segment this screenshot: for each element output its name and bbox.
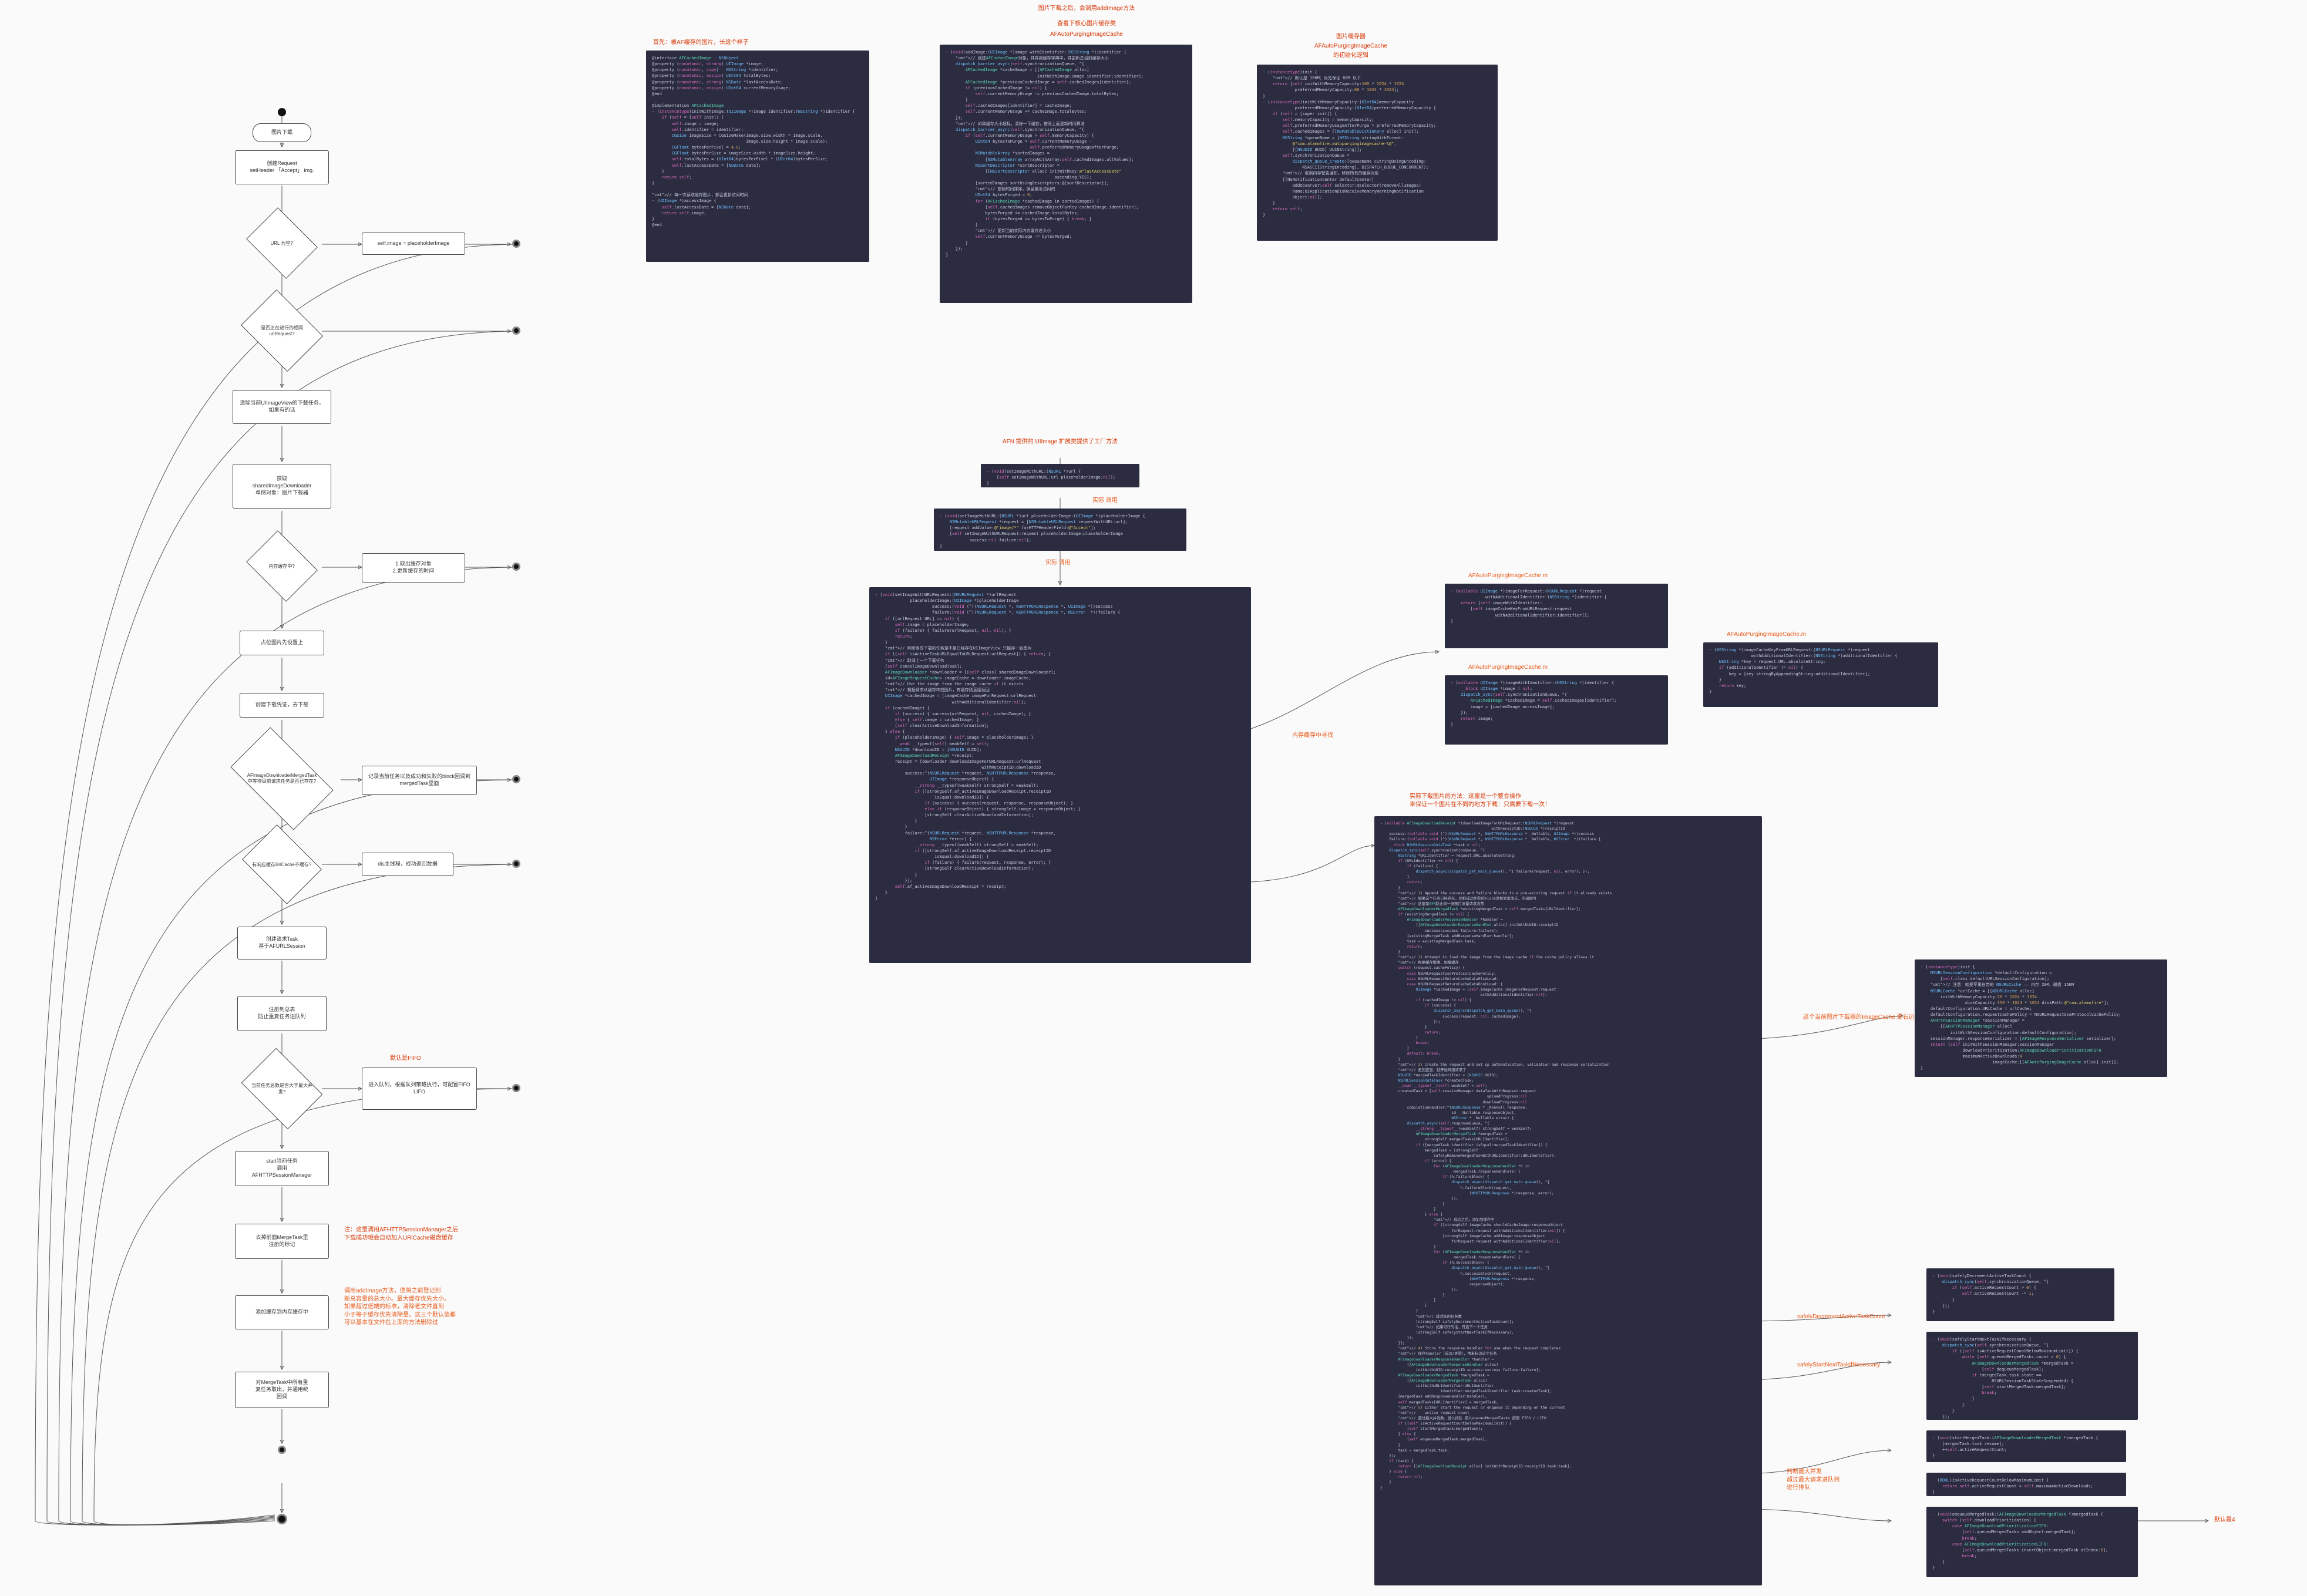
merge-5 (512, 860, 520, 868)
code-initcache: - (instancetype)init { "cmt">// 默认是 100M… (1257, 65, 1498, 241)
merge-2 (512, 326, 520, 335)
merge-4 (512, 775, 520, 783)
header-line1: 图片下载之后，会调用addImage方法 (963, 5, 1210, 13)
n12a: 进入队列，根据队列策略执行，可配置FIFO (368, 1082, 470, 1087)
n13b: 调用 (277, 1165, 287, 1171)
dec-same-request: 是否正在进行的相同urlRequest? (241, 289, 323, 372)
code-r2: - (void)safelyStartNextTaskIfNecessary {… (1926, 1332, 2138, 1420)
code-addimage: - (void)addImage:(UIImage *)image withId… (940, 45, 1192, 303)
dec-mem-cache: 内存缓存中? (246, 530, 318, 602)
n5b: 2.更新缓存的时间 (393, 568, 435, 574)
initcache-title1: 图片缓存器 (1280, 33, 1421, 41)
code-r5: - (void)enqueueMergedTask:(AFImageDownlo… (1926, 1507, 2138, 1577)
n11a: 注册到总表 (268, 1006, 295, 1012)
afn-factory-title: AFN 提供的 UIImage 扩展类提供了工厂方法 (963, 438, 1157, 446)
right-imagecache-note: 这个当前图片下载器的ImageCache 是右边这个 (1803, 1014, 1926, 1022)
n11b: 防止重复任务进队列 (258, 1014, 305, 1019)
note-addimage: 调用addImage方法，便将之前登记到 新总容量的总大小。最大缓存优先大小。 … (344, 1287, 503, 1327)
code-r3: - (void)startMergedTask:(AFImageDownload… (1926, 1430, 2126, 1462)
node-create-request: 创建RequestsetHeader 「Accept」 img. (235, 150, 329, 184)
n13c: AFHTTPSessionManager (252, 1172, 312, 1178)
fifo-title: 默认是FIFO (390, 1055, 421, 1063)
cache-class-label-3: AFAutoPurgingImageCache.m (1727, 631, 1806, 639)
n10a: 创建请求Task (266, 936, 298, 942)
node-enqueue: 进入队列，根据队列策略执行，可配置FIFO LIFO (362, 1068, 477, 1110)
afcache-hdr: 首先：被AF缓存的图片，长这个样子 (653, 39, 749, 47)
cache-class-label-top: AFAutoPurgingImageCache.m (1468, 572, 1548, 580)
code-afcachedimage: @interface AFCachedImage : NSObject @pro… (646, 50, 869, 262)
code-download-big: - (nullable AFImageDownloadReceipt *)dow… (1374, 816, 1762, 1585)
node-create-receipt: 创建下载凭证，去下载 (240, 693, 324, 718)
merge-3 (512, 563, 520, 571)
call-label-2: 实际 调用 (1045, 559, 1071, 567)
node-callback-all: 对MergeTask中所有重复任务取出，并通用统回调 (235, 1372, 329, 1408)
n4b: sharedImageDownloader (253, 483, 312, 489)
code-r4: - (BOOL)isActiveRequestCountBelowMaximum… (1926, 1473, 2126, 1496)
node-placeholder: self.image = placeholderImage (362, 233, 465, 255)
n4a: 获取 (277, 476, 287, 482)
node-remove-mark: 去掉前面MergeTask里注册的标记 (235, 1224, 329, 1259)
header-line3: AFAutoPurgingImageCache (963, 31, 1210, 39)
download-title: 实际下载图片的方法：这里是一个整合操作来保证一个图片在不同的地方下载：只需要下载… (1410, 793, 1668, 809)
n1b: setHeader 「Accept」 img. (250, 167, 314, 173)
header-line2: 查看下核心图片缓存类 (963, 20, 1210, 28)
lbl-r3: 判断最大并发超过最大请求进队列进行排队 (1787, 1468, 1886, 1492)
initcache-title2: AFAutoPurgingImageCache (1280, 42, 1421, 50)
n5a: 1.取出缓存对象 (395, 561, 432, 567)
lbl-r1: safelyDecrementActiveTaskCount (1797, 1313, 1885, 1321)
code-downloader-init: - (instancetype)init { NSURLSessionConfi… (1915, 959, 2167, 1077)
merge-6 (512, 1084, 520, 1092)
note-urlcache: 注：这里调用AFHTTPSessionManager之后下载成功哦会自动加入UR… (344, 1226, 497, 1242)
flow-start-dot (278, 108, 286, 116)
node-create-task: 创建请求Task基于AFURLSession (237, 927, 327, 959)
code-setimagewithurlrequest: - (void)setImageWithURLRequest:(NSURLReq… (869, 587, 1251, 963)
node-shared-downloader: 获取sharedImageDownloader单例对象：图片下载器 (233, 464, 331, 509)
node-add-memcache: 添加缓存到内存缓存中 (235, 1295, 329, 1329)
initcache-title3: 的初始化逻辑 (1280, 52, 1421, 60)
node-register: 注册到总表防止重复任务进队列 (237, 996, 327, 1031)
flow-end-dot (277, 1514, 287, 1524)
dec-merged-task: AFImageDownloaderMergedTask中等待目前请求任务是否已存… (230, 727, 333, 830)
n16b: 复任务取出，并通用统 (255, 1386, 308, 1392)
merge-1 (512, 240, 520, 248)
n13a: start当前任务 (266, 1158, 298, 1164)
dec-url-nil: URL 为空? (246, 207, 318, 279)
mem-cache-find: 内存缓存中寻找 (1292, 732, 1333, 740)
dec-urlcache: 有响应缓存BrlCache不缓存? (242, 824, 322, 904)
merge-final (278, 1446, 286, 1454)
lbl-default4: 默认是4 (2214, 1516, 2235, 1524)
node-append-handlers: 记录当前任务以及成功和失败的block回调到 mergedTask里面 (362, 766, 477, 795)
code-r1: - (void)safelyDecrementActiveTaskCount {… (1926, 1268, 2114, 1321)
n10b: 基于AFURLSession (258, 943, 305, 949)
lbl-r2: safelyStartNextTaskIfNecessary (1797, 1361, 1880, 1369)
dec-max-concurrent: 当前任务总数是否大于最大并发? (241, 1048, 323, 1130)
code-cache-m2: - (nullable UIImage *)imageWithIdentifie… (1445, 675, 1668, 745)
code-cache-m3: - (NSString *)imageCacheKeyFromURLReques… (1703, 642, 1938, 707)
code-cache-m1: - (nullable UIImage *)imageForRequest:(N… (1445, 584, 1668, 648)
code-factory1: - (void)setImageWithURL:(NSURL *)url { [… (981, 464, 1139, 487)
n4c: 单例对象：图片下载器 (255, 490, 308, 496)
code-factory2: - (void)setImageWithURL:(NSURL *)url pla… (934, 509, 1186, 551)
node-cancel-prev: 清除当前UIImageView的下载任务，如果有的话 (233, 390, 331, 424)
call-label-1: 实际 调用 (1092, 497, 1118, 505)
n16c: 回调 (277, 1393, 287, 1399)
flow-start: 图片下载 (253, 123, 311, 142)
n1a: 创建Request (267, 160, 297, 166)
n14b: 注册的标记 (268, 1241, 295, 1247)
cache-class-label-2: AFAutoPurgingImageCache.m (1468, 664, 1548, 672)
node-dispatch-main: dis主线程，成功返回数据 (362, 853, 453, 876)
n12b: LIFO (413, 1089, 425, 1095)
n16a: 对MergeTask中所有重 (255, 1379, 308, 1385)
node-set-placeholder: 占位图片先设置上 (240, 631, 324, 655)
node-cache-hit: 1.取出缓存对象2.更新缓存的时间 (362, 553, 465, 582)
node-start-task: start当前任务调用AFHTTPSessionManager (235, 1151, 329, 1186)
n14a: 去掉前面MergeTask里 (255, 1234, 308, 1240)
